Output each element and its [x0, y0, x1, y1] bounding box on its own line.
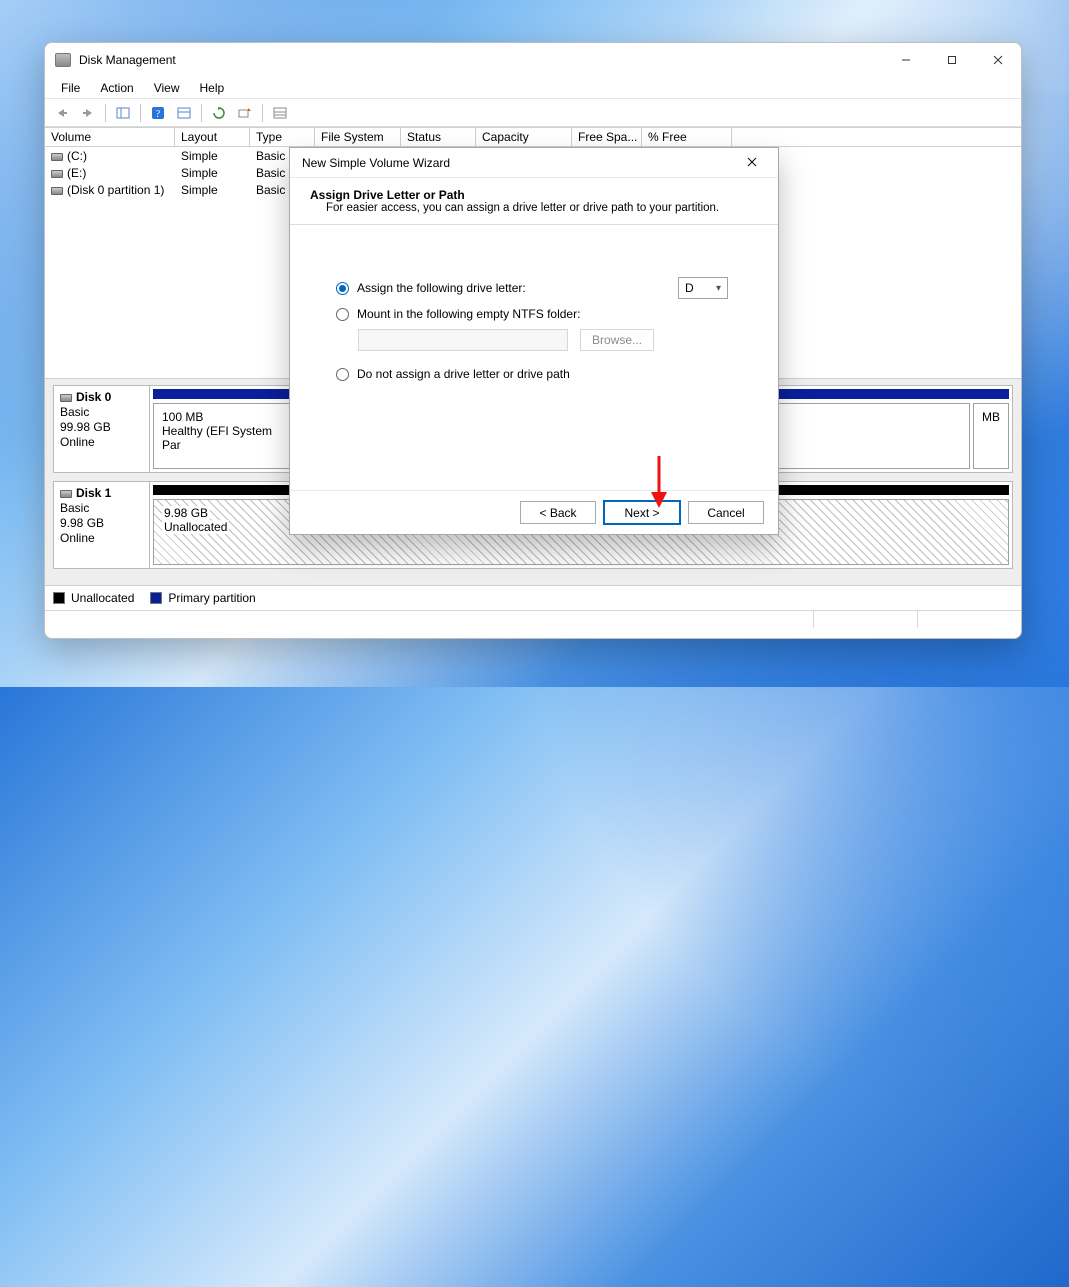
part-desc: Unallocated: [162, 520, 229, 534]
back-button[interactable]: < Back: [520, 501, 596, 524]
legend-swatch-primary: [150, 592, 162, 604]
legend-primary: Primary partition: [168, 591, 255, 605]
maximize-button[interactable]: [929, 43, 975, 77]
drive-letter-value: D: [685, 281, 694, 295]
status-bar: [45, 610, 1021, 628]
window-title: Disk Management: [79, 53, 176, 67]
browse-button: Browse...: [580, 329, 654, 351]
disk-state: Online: [60, 435, 143, 449]
part-size: 100 MB: [162, 410, 284, 424]
col-volume[interactable]: Volume: [45, 128, 175, 146]
wizard-header: Assign Drive Letter or Path For easier a…: [290, 178, 778, 225]
drive-icon: [51, 153, 63, 161]
disk-info[interactable]: Disk 0 Basic 99.98 GB Online: [54, 386, 150, 472]
mount-folder-input: [358, 329, 568, 351]
legend: Unallocated Primary partition: [45, 586, 1021, 610]
drive-letter-select[interactable]: D ▾: [678, 277, 728, 299]
drive-icon: [51, 187, 63, 195]
titlebar: Disk Management: [45, 43, 1021, 77]
disk-size: 9.98 GB: [60, 516, 143, 530]
menu-help[interactable]: Help: [190, 78, 235, 98]
disk-type: Basic: [60, 405, 143, 419]
partition[interactable]: 100 MB Healthy (EFI System Par: [153, 403, 293, 469]
wizard-subheading: For easier access, you can assign a driv…: [310, 202, 762, 214]
disk-info[interactable]: Disk 1 Basic 9.98 GB Online: [54, 482, 150, 568]
settings-view-icon[interactable]: [172, 102, 196, 124]
col-type[interactable]: Type: [250, 128, 315, 146]
vol-name: (C:): [67, 149, 87, 163]
drive-icon: [51, 170, 63, 178]
refresh-icon[interactable]: [207, 102, 231, 124]
new-simple-volume-wizard: New Simple Volume Wizard Assign Drive Le…: [289, 147, 779, 535]
partition[interactable]: MB: [973, 403, 1009, 469]
wizard-body: Assign the following drive letter: D ▾ M…: [290, 225, 778, 490]
console-tree-icon[interactable]: [111, 102, 135, 124]
rescan-icon[interactable]: [233, 102, 257, 124]
volume-list-header: Volume Layout Type File System Status Ca…: [45, 127, 1021, 147]
app-icon: [55, 53, 71, 67]
legend-unallocated: Unallocated: [71, 591, 134, 605]
disk-type: Basic: [60, 501, 143, 515]
vol-name: (Disk 0 partition 1): [67, 183, 164, 197]
radio-mount-folder[interactable]: [336, 308, 349, 321]
wizard-titlebar: New Simple Volume Wizard: [290, 148, 778, 178]
cancel-button[interactable]: Cancel: [688, 501, 764, 524]
wizard-heading: Assign Drive Letter or Path: [310, 188, 762, 202]
menubar: File Action View Help: [45, 77, 1021, 99]
disk-size: 99.98 GB: [60, 420, 143, 434]
label-no-letter: Do not assign a drive letter or drive pa…: [357, 367, 570, 381]
disk-name: Disk 1: [76, 486, 111, 500]
part-size: 9.98 GB: [162, 506, 210, 520]
next-button[interactable]: Next >: [604, 501, 680, 524]
svg-text:?: ?: [156, 109, 161, 120]
help-icon[interactable]: ?: [146, 102, 170, 124]
menu-view[interactable]: View: [144, 78, 190, 98]
wizard-buttons: < Back Next > Cancel: [290, 490, 778, 534]
vol-name: (E:): [67, 166, 86, 180]
menu-file[interactable]: File: [51, 78, 90, 98]
col-free[interactable]: Free Spa...: [572, 128, 642, 146]
vol-layout: Simple: [175, 166, 250, 180]
chevron-down-icon: ▾: [716, 283, 721, 294]
close-button[interactable]: [975, 43, 1021, 77]
menu-action[interactable]: Action: [90, 78, 143, 98]
wizard-title: New Simple Volume Wizard: [302, 156, 450, 170]
col-capacity[interactable]: Capacity: [476, 128, 572, 146]
forward-icon[interactable]: [76, 102, 100, 124]
radio-no-letter[interactable]: [336, 368, 349, 381]
minimize-button[interactable]: [883, 43, 929, 77]
disk-state: Online: [60, 531, 143, 545]
back-icon[interactable]: [50, 102, 74, 124]
legend-swatch-unallocated: [53, 592, 65, 604]
vol-layout: Simple: [175, 149, 250, 163]
list-view-icon[interactable]: [268, 102, 292, 124]
col-fs[interactable]: File System: [315, 128, 401, 146]
disk-icon: [60, 490, 72, 498]
disk-name: Disk 0: [76, 390, 111, 404]
radio-assign-letter[interactable]: [336, 282, 349, 295]
part-desc: Healthy (EFI System Par: [162, 424, 284, 452]
col-pctfree[interactable]: % Free: [642, 128, 732, 146]
toolbar: ?: [45, 99, 1021, 127]
label-mount-folder: Mount in the following empty NTFS folder…: [357, 307, 580, 321]
vol-layout: Simple: [175, 183, 250, 197]
wizard-close-button[interactable]: [734, 156, 770, 170]
part-desc: MB: [982, 410, 1000, 424]
col-status[interactable]: Status: [401, 128, 476, 146]
col-layout[interactable]: Layout: [175, 128, 250, 146]
label-assign-letter: Assign the following drive letter:: [357, 281, 526, 295]
disk-icon: [60, 394, 72, 402]
